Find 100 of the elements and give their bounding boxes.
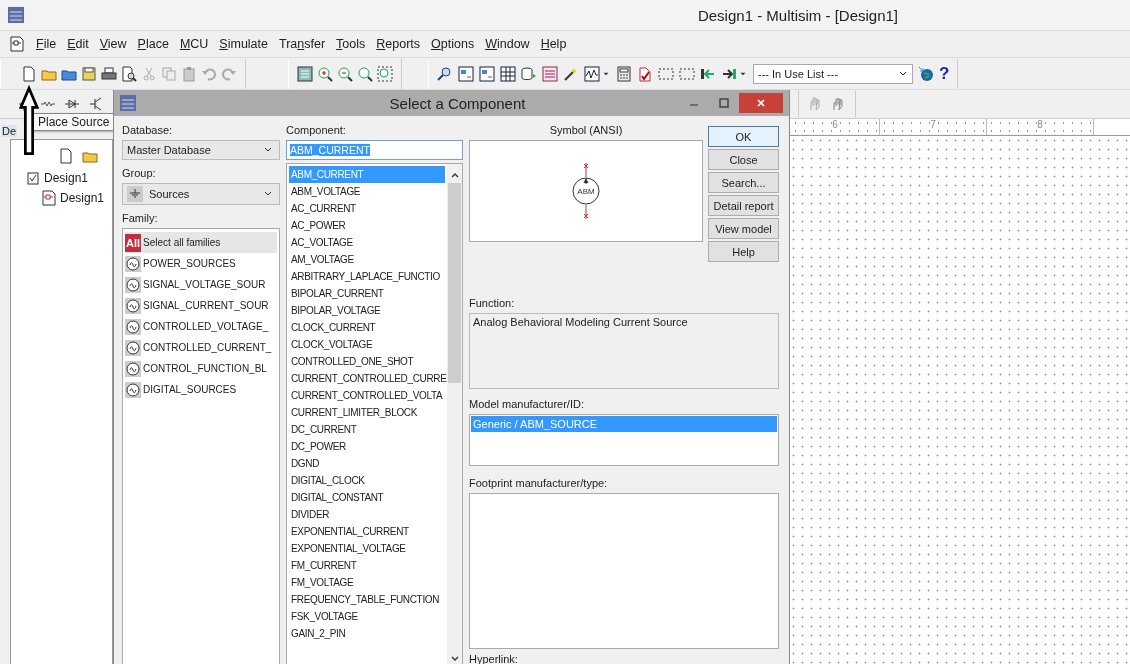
component-item[interactable]: CURRENT_CONTROLLED_CURRE [289, 370, 445, 387]
menu-item[interactable]: Reports [376, 37, 421, 51]
menu-item[interactable]: Place [137, 37, 169, 51]
diode-icon[interactable] [64, 96, 80, 112]
component-item[interactable]: ABM_VOLTAGE [289, 183, 445, 200]
menu-item[interactable]: Help [540, 37, 567, 51]
in-use-list-dropdown[interactable]: --- In Use List --- [753, 63, 913, 84]
database-dropdown[interactable]: Master Database [122, 140, 280, 160]
zoom-out-icon[interactable] [337, 65, 353, 82]
floppy-icon[interactable] [81, 65, 97, 82]
close-button[interactable] [739, 93, 783, 113]
printer-icon[interactable] [101, 65, 117, 82]
component-item[interactable]: DC_POWER [289, 438, 445, 455]
component-item[interactable]: ARBITRARY_LAPLACE_FUNCTIO [289, 268, 445, 285]
menu-item[interactable]: Transfer [279, 37, 326, 51]
component-item[interactable]: BIPOLAR_VOLTAGE [289, 302, 445, 319]
selection-icon[interactable] [679, 65, 695, 82]
magnifier-icon[interactable] [357, 65, 373, 82]
component-item[interactable]: AC_VOLTAGE [289, 234, 445, 251]
dialog-button[interactable]: View model [708, 218, 779, 239]
toolbox-tab[interactable]: De [1, 125, 18, 137]
menu-item[interactable]: Simulate [219, 37, 268, 51]
component-item[interactable]: CURRENT_LIMITER_BLOCK [289, 404, 445, 421]
app-logo-icon [120, 95, 136, 111]
function-description: Analog Behavioral Modeling Current Source [473, 316, 688, 328]
selection-icon[interactable] [658, 65, 674, 82]
check-icon[interactable] [637, 65, 653, 82]
family-item[interactable]: DIGITAL_SOURCES [125, 379, 277, 400]
component-item[interactable]: DIGITAL_CLOCK [289, 472, 445, 489]
print-preview-icon[interactable] [121, 65, 137, 82]
grid-icon[interactable] [500, 65, 516, 82]
component-item[interactable]: FM_CURRENT [289, 557, 445, 574]
oscilloscope-icon[interactable] [584, 65, 600, 82]
component-item[interactable]: DGND [289, 455, 445, 472]
help-icon[interactable]: ? [939, 63, 950, 84]
spreadsheet-icon[interactable] [542, 65, 558, 82]
symbol-label: ABM [577, 187, 595, 196]
component-item[interactable]: AM_VOLTAGE [289, 251, 445, 268]
menu-item[interactable]: MCU [179, 37, 209, 51]
clipboard-icon[interactable] [181, 65, 197, 82]
component-item[interactable]: CURRENT_CONTROLLED_VOLTA [289, 387, 445, 404]
component-item[interactable]: DIVIDER [289, 506, 445, 523]
document-icon[interactable] [21, 65, 37, 82]
tree-item[interactable]: Design1 [60, 191, 105, 205]
calculator-icon[interactable] [616, 65, 632, 82]
source-family-icon [125, 339, 141, 356]
component-item[interactable]: DC_CURRENT [289, 421, 445, 438]
family-item[interactable]: All Select all families [125, 232, 277, 253]
family-item[interactable]: CONTROLLED_VOLTAGE_ [125, 316, 277, 337]
family-item[interactable]: CONTROLLED_CURRENT_ [125, 337, 277, 358]
transistor-icon[interactable] [88, 96, 104, 112]
dialog-button[interactable]: Search... [708, 172, 779, 193]
field-label: Function: [469, 296, 516, 310]
dialog-button[interactable]: Help [708, 241, 779, 262]
source-family-icon [125, 381, 141, 398]
component-item[interactable]: CLOCK_VOLTAGE [289, 336, 445, 353]
component-item[interactable]: AC_CURRENT [289, 200, 445, 217]
component-item[interactable]: EXPONENTIAL_CURRENT [289, 523, 445, 540]
scrollbar[interactable] [447, 164, 462, 664]
family-item[interactable]: SIGNAL_VOLTAGE_SOUR [125, 274, 277, 295]
component-item[interactable]: CLOCK_CURRENT [289, 319, 445, 336]
menu-item[interactable]: Options [431, 37, 475, 51]
dialog-button[interactable]: OK [708, 126, 779, 147]
globe-icon[interactable] [918, 65, 934, 82]
tree-item[interactable]: Design1 [44, 171, 89, 185]
list-panel-icon[interactable] [297, 65, 313, 82]
field-label: Component: [286, 123, 347, 137]
source-family-icon [125, 255, 141, 272]
dialog-button[interactable]: Detail report [708, 195, 779, 216]
family-item[interactable]: SIGNAL_CURRENT_SOUR [125, 295, 277, 316]
schematic-document-icon[interactable] [9, 36, 25, 52]
dialog-button[interactable]: Close [708, 149, 779, 170]
window-icon[interactable] [479, 65, 495, 82]
group-dropdown[interactable]: Sources [122, 183, 280, 205]
component-item[interactable]: GAIN_2_PIN [289, 625, 445, 642]
database-icon[interactable] [521, 65, 537, 82]
component-item[interactable]: FM_VOLTAGE [289, 574, 445, 591]
component-item[interactable]: FREQUENCY_TABLE_FUNCTION [289, 591, 445, 608]
component-item[interactable]: CONTROLLED_ONE_SHOT [289, 353, 445, 370]
menu-item[interactable]: Tools [336, 37, 366, 51]
window-icon[interactable] [458, 65, 474, 82]
source-icon [127, 186, 143, 202]
component-item[interactable]: FSK_VOLTAGE [289, 608, 445, 625]
family-item[interactable]: CONTROL_FUNCTION_BL [125, 358, 277, 379]
component-item[interactable]: DIGITAL_CONSTANT [289, 489, 445, 506]
field-label: Footprint manufacturer/type: [469, 475, 609, 490]
source-family-icon [125, 318, 141, 335]
menu-item[interactable]: View [99, 37, 127, 51]
window-title: Design1 - Multisim - [Design1] [697, 6, 898, 24]
component-item[interactable]: BIPOLAR_CURRENT [289, 285, 445, 302]
zoom-in-icon[interactable] [317, 65, 333, 82]
menu-item[interactable]: Edit [67, 37, 89, 51]
document-icon[interactable] [58, 148, 74, 164]
magnifier-icon[interactable] [437, 65, 453, 82]
source-family-icon [125, 360, 141, 377]
family-item[interactable]: POWER_SOURCES [125, 253, 277, 274]
menu-item[interactable]: File [36, 37, 57, 51]
component-item[interactable]: AC_POWER [289, 217, 445, 234]
component-item[interactable]: EXPONENTIAL_VOLTAGE [289, 540, 445, 557]
menu-item[interactable]: Window [485, 37, 530, 51]
